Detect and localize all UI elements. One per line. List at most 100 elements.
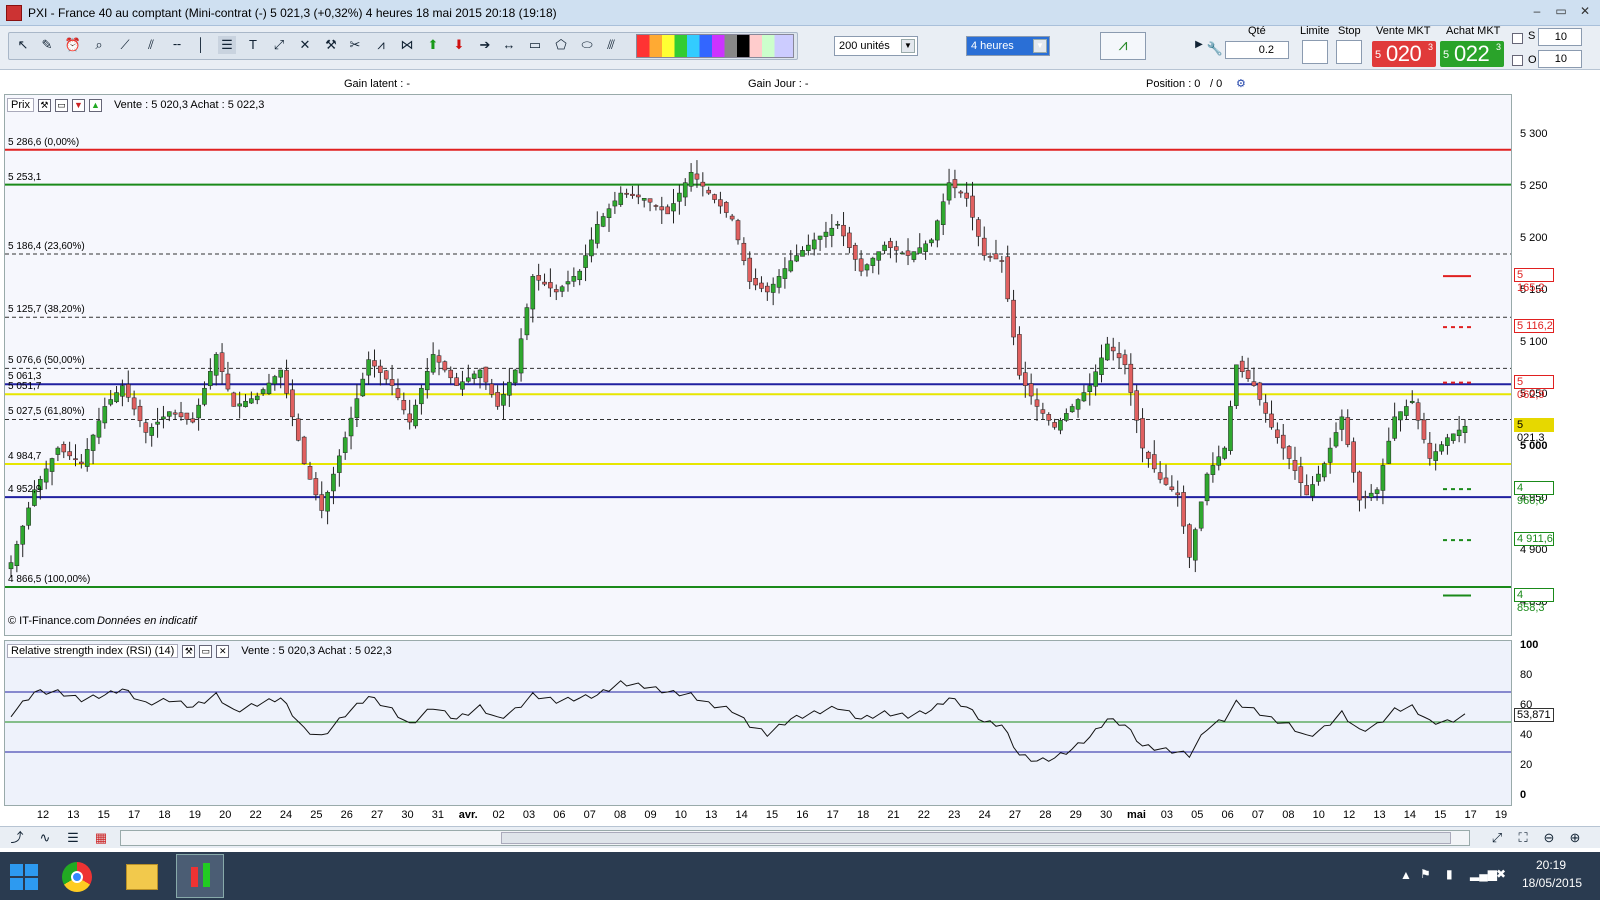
candle (360, 378, 366, 397)
hline-icon[interactable]: ╌ (168, 36, 186, 54)
start-button[interactable] (10, 864, 38, 890)
tray-signal-icon[interactable]: ▂▄▆ (1470, 867, 1497, 881)
candle (1110, 346, 1116, 352)
candle (1075, 399, 1081, 410)
qty-input[interactable]: 0.2 (1225, 41, 1289, 59)
polygon-icon[interactable]: ⬠ (552, 36, 570, 54)
arrow-tool-icon[interactable]: ⤢ (270, 36, 288, 54)
buy-icon[interactable]: ▲ (88, 98, 102, 112)
rsi-panel[interactable]: Relative strength index (RSI) (14) ⚒ ▭ ✕… (4, 640, 1512, 806)
price-panel-name: Prix (7, 98, 34, 112)
candle (166, 411, 172, 417)
buy-market-button[interactable]: 5 022 3 (1440, 41, 1504, 67)
arrow-down-icon[interactable]: ⬇ (450, 36, 468, 54)
minimize-button[interactable]: – (1526, 4, 1548, 20)
sell-icon[interactable]: ▼ (71, 98, 85, 112)
cross-tool-icon[interactable]: ✕ (296, 36, 314, 54)
wrench-icon[interactable]: 🔧 (1206, 40, 1224, 58)
price-tag[interactable]: 4 911,6 (1514, 532, 1554, 547)
rectangle-icon[interactable]: ▭ (526, 36, 544, 54)
table-icon[interactable]: ▦ (92, 829, 110, 847)
magnifier-icon[interactable]: ⌕ (90, 36, 108, 54)
rsi-chart-svg[interactable] (5, 641, 1511, 805)
horizontal-scrollbar[interactable] (120, 830, 1470, 846)
candle (759, 282, 764, 289)
candle (1439, 444, 1444, 452)
pencil-icon[interactable]: ✎ (38, 36, 56, 54)
tray-network-icon[interactable]: ▮ (1446, 867, 1453, 881)
s-checkbox[interactable] (1512, 33, 1523, 44)
explorer-icon[interactable] (126, 864, 158, 890)
channel-icon[interactable]: ⫽ (142, 36, 160, 54)
candle (659, 206, 665, 211)
candle (1234, 364, 1239, 406)
window-icon[interactable]: ▭ (54, 98, 68, 112)
close-icon[interactable]: ✕ (216, 644, 230, 658)
chevron-down-icon: ▼ (901, 39, 915, 53)
tray-flag-icon[interactable]: ⚑ (1420, 867, 1431, 881)
s-input[interactable]: 10 (1538, 28, 1582, 46)
limit-button[interactable] (1302, 40, 1328, 64)
candle (981, 237, 987, 256)
period-select[interactable]: 4 heures ▼ (966, 36, 1050, 56)
price-chart-svg[interactable] (5, 95, 1511, 635)
arrow-right-icon[interactable]: ➔ (476, 36, 494, 54)
color-palette[interactable] (636, 34, 794, 58)
candle (272, 376, 278, 385)
trendline-icon[interactable]: ⟋ (116, 36, 134, 54)
candle (43, 468, 49, 483)
tools-icon[interactable]: ⚒ (322, 36, 340, 54)
stop-button[interactable] (1336, 40, 1362, 64)
price-chart-panel[interactable]: Prix ⚒ ▭ ▼ ▲ Vente : 5 020,3 Achat : 5 0… (4, 94, 1512, 636)
export-icon[interactable]: ⤴ (8, 829, 26, 847)
tray-action-icon[interactable]: ✖ (1496, 867, 1506, 881)
cursor-icon[interactable]: ↖ (14, 36, 32, 54)
o-checkbox[interactable] (1512, 55, 1523, 66)
parallel-icon[interactable]: ⫻ (602, 36, 620, 54)
indicator-icon[interactable]: ∿ (36, 829, 54, 847)
wrench-icon[interactable]: ⚒ (182, 644, 196, 658)
text-icon[interactable]: T (244, 36, 262, 54)
range-icon[interactable]: ↔ (500, 36, 518, 54)
gear-icon[interactable]: ⚙ (1236, 77, 1246, 90)
zigzag-icon[interactable]: ⩘ (372, 36, 390, 54)
scrollbar-thumb[interactable] (501, 832, 1451, 844)
price-tag[interactable]: 5 116,2 (1514, 319, 1554, 334)
zoom-out-icon[interactable]: ⊖ (1540, 829, 1558, 847)
candle (313, 478, 319, 496)
maximize-button[interactable]: ▭ (1550, 4, 1572, 20)
candle (806, 244, 811, 251)
chart-type-button[interactable]: ⩘ (1100, 32, 1146, 60)
candle (888, 241, 893, 248)
eraser-icon[interactable]: ✂ (346, 36, 364, 54)
pattern-icon[interactable]: ⋈ (398, 36, 416, 54)
chrome-icon[interactable] (62, 862, 92, 892)
arrow-up-icon[interactable]: ⬆ (424, 36, 442, 54)
x-tick-label: 05 (1191, 809, 1204, 821)
price-tag[interactable]: 5 021,3 (1514, 417, 1554, 444)
price-tag[interactable]: 5 165,2 (1514, 268, 1554, 294)
close-button[interactable]: ✕ (1574, 4, 1596, 20)
candle (213, 354, 219, 376)
fit-icon[interactable]: ⛶ (1514, 829, 1532, 847)
price-tag[interactable]: 5 062,9 (1514, 374, 1554, 401)
trading-app-taskbar-button[interactable] (176, 854, 224, 898)
alarm-icon[interactable]: ⏰ (64, 36, 82, 54)
vline-icon[interactable]: │ (192, 36, 210, 54)
candle (1450, 433, 1456, 441)
units-select[interactable]: 200 unités ▼ (834, 36, 918, 56)
zoom-in-icon[interactable]: ⊕ (1566, 829, 1584, 847)
price-tag[interactable]: 4 858,3 (1514, 587, 1554, 614)
ellipse-icon[interactable]: ⬭ (578, 36, 596, 54)
list-icon[interactable]: ☰ (64, 829, 82, 847)
candle (1151, 454, 1157, 470)
sell-market-button[interactable]: 5 020 3 (1372, 41, 1436, 67)
fibonacci-icon[interactable]: ☰ (218, 36, 236, 54)
price-tag[interactable]: 4 960,6 (1514, 481, 1554, 507)
chart-zoom-icon[interactable]: ⤢ (1488, 829, 1506, 847)
wrench-icon[interactable]: ⚒ (37, 98, 51, 112)
candle (507, 381, 512, 396)
o-input[interactable]: 10 (1538, 50, 1582, 68)
tray-chevron-icon[interactable]: ▲ (1400, 868, 1412, 882)
window-icon[interactable]: ▭ (199, 644, 213, 658)
